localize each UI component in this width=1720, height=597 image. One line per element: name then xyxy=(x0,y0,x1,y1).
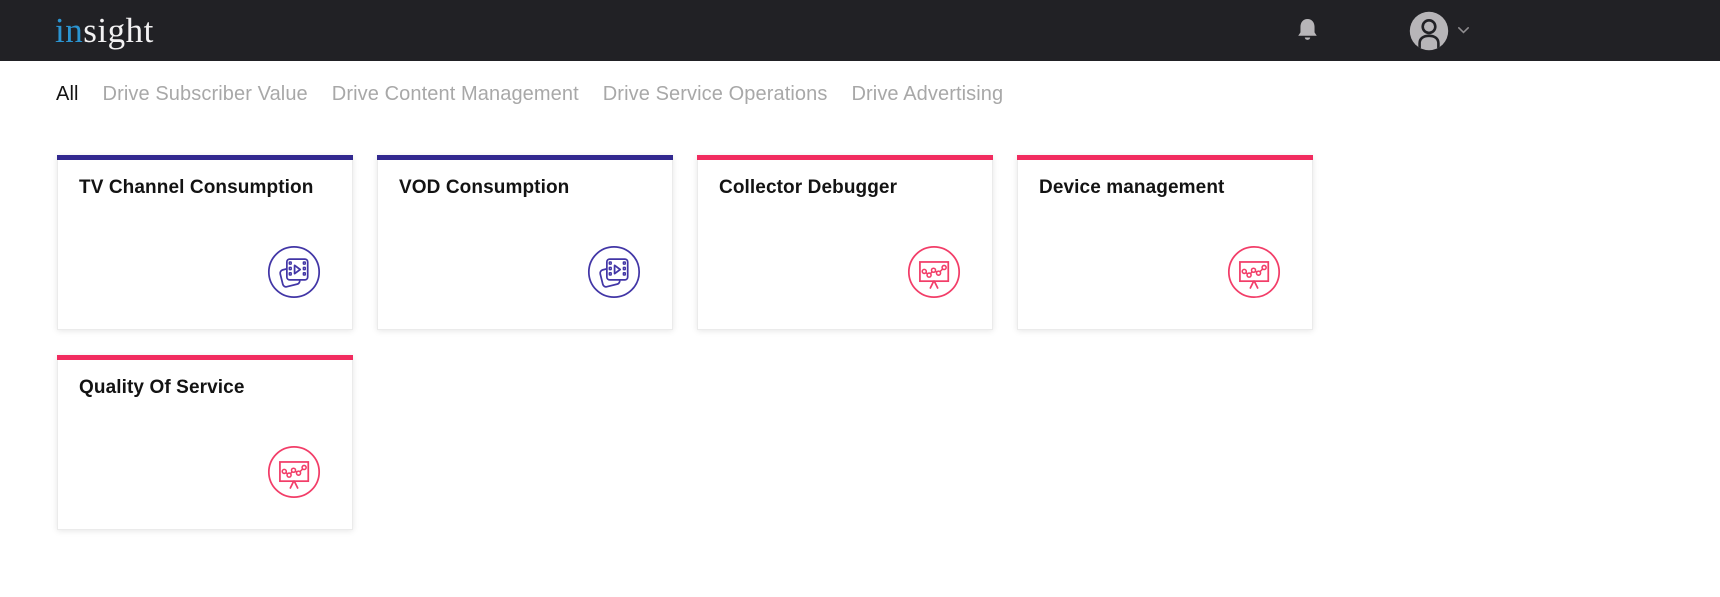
category-tab-1[interactable]: Drive Subscriber Value xyxy=(103,83,308,106)
category-tab-2[interactable]: Drive Content Management xyxy=(332,83,579,106)
app-header: insight xyxy=(0,0,1720,61)
video-cards-icon xyxy=(587,245,641,299)
app-logo[interactable]: insight xyxy=(55,13,154,48)
card-title: VOD Consumption xyxy=(378,160,672,199)
chevron-down-icon xyxy=(1457,26,1470,35)
video-cards-icon xyxy=(267,245,321,299)
user-avatar-icon xyxy=(1409,11,1449,51)
dashboard-card[interactable]: Device management xyxy=(1017,155,1313,330)
chart-board-icon xyxy=(267,445,321,499)
chart-board-icon xyxy=(907,245,961,299)
card-title: Collector Debugger xyxy=(698,160,992,199)
video-cards-icon xyxy=(587,245,641,299)
logo-text-sight: sight xyxy=(83,11,154,50)
card-title: Device management xyxy=(1018,160,1312,199)
category-tab-4[interactable]: Drive Advertising xyxy=(851,83,1003,106)
account-menu-button[interactable] xyxy=(1409,11,1470,51)
category-tabs: All Drive Subscriber Value Drive Content M… xyxy=(0,83,1720,106)
notifications-button[interactable] xyxy=(1294,16,1321,45)
dashboard-card[interactable]: Collector Debugger xyxy=(697,155,993,330)
dashboard-card[interactable]: TV Channel Consumption xyxy=(57,155,353,330)
dashboard-card[interactable]: Quality Of Service xyxy=(57,355,353,530)
chart-board-icon xyxy=(267,445,321,499)
logo-text-in: in xyxy=(55,11,83,50)
bell-icon xyxy=(1294,16,1321,45)
video-cards-icon xyxy=(267,245,321,299)
dashboard-card[interactable]: VOD Consumption xyxy=(377,155,673,330)
card-title: TV Channel Consumption xyxy=(58,160,352,199)
chart-board-icon xyxy=(907,245,961,299)
dashboard-grid: TV Channel Consumption VOD Consumptio xyxy=(57,155,1319,530)
chart-board-icon xyxy=(1227,245,1281,299)
category-tab-3[interactable]: Drive Service Operations xyxy=(603,83,828,106)
card-title: Quality Of Service xyxy=(58,360,352,399)
category-tab-0[interactable]: All xyxy=(56,83,79,106)
chart-board-icon xyxy=(1227,245,1281,299)
main-content: TV Channel Consumption VOD Consumptio xyxy=(0,155,1720,530)
